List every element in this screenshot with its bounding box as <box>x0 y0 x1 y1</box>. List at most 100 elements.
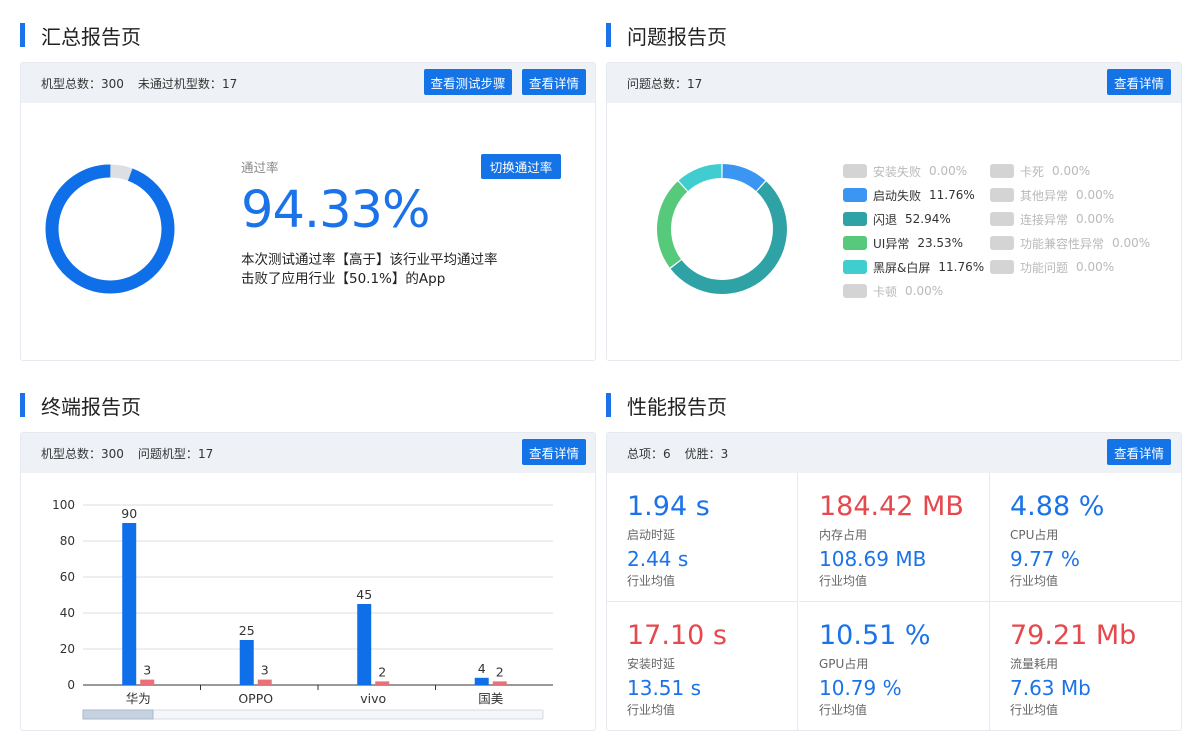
donut-slice-UI异常 <box>657 181 688 268</box>
legend-item[interactable]: 黑屏&白屏 11.76% <box>843 260 984 275</box>
terminal-card-header: 机型总数：300 问题机型：17 <box>21 433 595 473</box>
bar-value-label: 25 <box>239 623 255 638</box>
metric-label: 安装时延 <box>627 657 676 671</box>
bar-value-label: 3 <box>261 663 269 678</box>
legend-label: 黑屏&白屏 <box>873 260 931 275</box>
bar-国美-series-1[interactable] <box>492 681 507 685</box>
summary-view-detail-button[interactable]: 查看详情 <box>522 69 586 95</box>
y-tick-label: 20 <box>60 642 75 656</box>
zoom-slider-handle[interactable] <box>82 709 154 720</box>
legend-item[interactable]: 功能问题 0.00% <box>990 260 1115 275</box>
metric-value: 1.94 s <box>627 491 710 522</box>
bar-value-label: 3 <box>143 663 151 678</box>
legend-percent: 0.00% <box>1076 188 1115 202</box>
pass-rate-desc-2: 击败了应用行业【50.1%】的App <box>241 271 446 287</box>
legend-percent: 0.00% <box>1112 236 1151 250</box>
better-count-stat: 优胜：3 <box>684 446 729 461</box>
issues-view-detail-button[interactable]: 查看详情 <box>1107 69 1171 95</box>
bar-value-label: 2 <box>496 664 504 679</box>
legend-label: 安装失败 <box>873 164 922 179</box>
bar-华为-series-0[interactable] <box>122 523 137 685</box>
terminal-section-title: 终端报告页 <box>20 393 141 419</box>
donut-slice-黑屏&白屏 <box>678 164 722 191</box>
terminal-card: 机型总数：300 问题机型：17 查看详情 0 20 40 60 80 100 90 3 华为 2… <box>20 432 596 731</box>
legend-item[interactable]: 闪退 52.94% <box>843 212 951 227</box>
switch-pass-rate-button[interactable]: 切换通过率 <box>481 154 561 179</box>
bar-国美-series-0[interactable] <box>474 677 489 685</box>
legend-item[interactable]: 启动失败 11.76% <box>843 188 975 203</box>
industry-average-value: 7.63 Mb <box>1010 676 1091 700</box>
industry-average-label: 行业均值 <box>1010 574 1059 588</box>
issues-card: 问题总数：17 查看详情 安装失败 0.00% 启动失败 11.76% 闪退 52.94%… <box>606 62 1182 361</box>
bar-OPPO-series-1[interactable] <box>257 679 272 685</box>
legend-percent: 0.00% <box>905 284 944 298</box>
view-test-steps-button[interactable]: 查看测试步骤 <box>424 69 512 95</box>
legend-item[interactable]: 卡死 0.00% <box>990 164 1091 179</box>
legend-item[interactable]: 连接异常 0.00% <box>990 212 1114 227</box>
terminal-title: 终端报告页 <box>41 394 141 419</box>
industry-average-value: 108.69 MB <box>819 547 927 571</box>
summary-section-title: 汇总报告页 <box>20 23 141 49</box>
legend-item[interactable]: 其他异常 0.00% <box>990 188 1115 203</box>
bar-vivo-series-1[interactable] <box>375 681 390 685</box>
industry-average-label: 行业均值 <box>819 574 868 588</box>
title-accent-bar <box>606 393 611 417</box>
legend-label: 闪退 <box>873 212 898 227</box>
pass-rate-ring <box>45 164 175 294</box>
bar-value-label: 2 <box>378 664 386 679</box>
device-bar-chart: 020406080100903华为253OPPO452vivo4 2国美 <box>52 498 553 720</box>
legend-label: 其他异常 <box>1020 188 1069 203</box>
perf-metric-cell: 184.42 MB 内存占用 108.69 MB 行业均值 <box>799 473 990 602</box>
legend-percent: 11.76% <box>929 188 975 202</box>
performance-title: 性能报告页 <box>627 394 727 419</box>
metric-label: 内存占用 <box>819 528 868 542</box>
pass-rate-value: 94.33% <box>241 181 430 240</box>
metric-value: 4.88 % <box>1010 491 1105 522</box>
metric-label: 流量耗用 <box>1010 657 1059 671</box>
legend-percent: 0.00% <box>1076 260 1115 274</box>
legend-percent: 0.00% <box>1052 164 1091 178</box>
x-tick-label: vivo <box>360 691 386 706</box>
donut-slice-闪退 <box>670 181 787 294</box>
legend-label: 卡死 <box>1020 164 1045 179</box>
title-accent-bar <box>20 23 25 47</box>
y-tick-label: 40 <box>60 606 75 620</box>
legend-swatch <box>990 236 1014 250</box>
legend-label: UI异常 <box>873 236 910 251</box>
x-tick-label: OPPO <box>238 691 273 706</box>
legend-item[interactable]: 功能兼容性异常 0.00% <box>990 236 1151 251</box>
failed-device-stat: 未通过机型数：17 <box>137 76 238 91</box>
legend-item[interactable]: 安装失败 0.00% <box>843 164 967 179</box>
device-total-stat: 机型总数：300 <box>41 446 124 461</box>
x-tick-label: 华为 <box>126 691 151 706</box>
legend-item[interactable]: 卡顿 0.00% <box>843 284 944 299</box>
bar-vivo-series-0[interactable] <box>357 604 372 685</box>
legend-percent: 23.53% <box>917 236 964 250</box>
legend-swatch <box>843 188 867 202</box>
x-tick-label: 国美 <box>478 691 503 706</box>
perf-metric-cell: 1.94 s 启动时延 2.44 s 行业均值 <box>607 473 798 602</box>
performance-section-title: 性能报告页 <box>606 393 727 419</box>
legend-label: 卡顿 <box>873 284 898 299</box>
metric-value: 10.51 % <box>819 620 931 651</box>
legend-swatch <box>843 236 867 250</box>
bar-OPPO-series-0[interactable] <box>239 640 254 685</box>
industry-average-value: 10.79 % <box>819 676 902 700</box>
title-accent-bar <box>606 23 611 47</box>
pass-rate-desc-1: 本次测试通过率【高于】该行业平均通过率 <box>241 252 498 268</box>
terminal-view-detail-button[interactable]: 查看详情 <box>522 439 586 465</box>
summary-title: 汇总报告页 <box>41 24 141 49</box>
perf-metric-cell: 17.10 s 安装时延 13.51 s 行业均值 <box>607 602 798 730</box>
y-tick-label: 100 <box>52 498 75 512</box>
legend-swatch <box>843 260 867 274</box>
performance-view-detail-button[interactable]: 查看详情 <box>1107 439 1171 465</box>
legend-swatch <box>843 284 867 298</box>
legend-swatch <box>843 164 867 178</box>
problem-device-stat: 问题机型：17 <box>137 446 214 461</box>
bar-华为-series-1[interactable] <box>140 679 155 685</box>
issue-total-stat: 问题总数：17 <box>627 76 703 91</box>
donut-slice-启动失败 <box>722 164 766 191</box>
legend-swatch <box>843 212 867 226</box>
performance-card-header: 总项：6 优胜：3 <box>607 433 1181 473</box>
legend-item[interactable]: UI异常 23.53% <box>843 236 964 251</box>
